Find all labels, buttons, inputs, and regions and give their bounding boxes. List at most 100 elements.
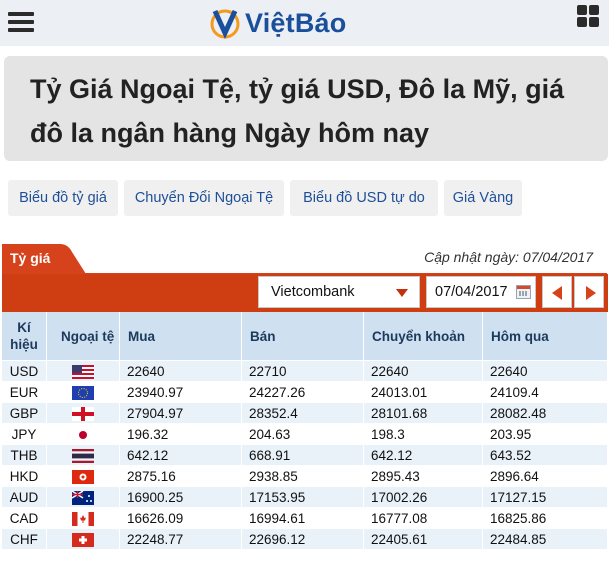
row-code: HKD (2, 465, 47, 487)
row-buy: 16626.09 (119, 507, 242, 529)
apps-grid-icon[interactable] (577, 5, 599, 27)
table-row: THB 642.12 668.91 642.12 643.52 (2, 444, 608, 466)
row-code: EUR (2, 381, 47, 403)
row-sell: 24227.26 (241, 381, 364, 403)
col-buy-header: Mua (119, 312, 242, 361)
eu-flag-icon (72, 385, 94, 400)
table-row: EUR 23940.97 24227.26 24013.01 24109.4 (2, 381, 608, 403)
rate-tab-label[interactable]: Tỷ giá (10, 250, 50, 266)
row-buy: 642.12 (119, 444, 242, 466)
col-sell-header: Bán (241, 312, 364, 361)
link-rate-chart[interactable]: Biểu đồ tỷ giá (8, 180, 118, 216)
row-yesterday: 2896.64 (482, 465, 608, 487)
row-code: JPY (2, 423, 47, 445)
logo-mark-icon (210, 9, 240, 39)
row-sell: 16994.61 (241, 507, 364, 529)
link-usd-free-chart[interactable]: Biểu đồ USD tự do (290, 180, 438, 216)
row-flag (46, 360, 120, 382)
row-yesterday: 17127.15 (482, 486, 608, 508)
table-row: USD 22640 22710 22640 22640 (2, 360, 608, 382)
next-date-button[interactable] (574, 276, 604, 308)
table-row: GBP 27904.97 28352.4 28101.68 28082.48 (2, 402, 608, 424)
row-sell: 204.63 (241, 423, 364, 445)
row-transfer: 28101.68 (363, 402, 483, 424)
row-transfer: 22640 (363, 360, 483, 382)
row-buy: 22640 (119, 360, 242, 382)
row-yesterday: 643.52 (482, 444, 608, 466)
row-flag (46, 423, 120, 445)
row-sell: 668.91 (241, 444, 364, 466)
row-yesterday: 16825.86 (482, 507, 608, 529)
row-yesterday: 24109.4 (482, 381, 608, 403)
row-flag (46, 381, 120, 403)
row-buy: 196.32 (119, 423, 242, 445)
row-flag (46, 486, 120, 508)
row-sell: 22710 (241, 360, 364, 382)
prev-arrow-icon (552, 286, 562, 300)
row-sell: 2938.85 (241, 465, 364, 487)
england-flag-icon (72, 406, 94, 421)
row-transfer: 22405.61 (363, 528, 483, 549)
row-buy: 16900.25 (119, 486, 242, 508)
exchange-rate-table: Kí hiệu Ngoại tệ Mua Bán Chuyển khoản Hô… (2, 312, 608, 549)
table-header-row: Kí hiệu Ngoại tệ Mua Bán Chuyển khoản Hô… (2, 312, 608, 361)
switzerland-flag-icon (72, 532, 94, 547)
menu-icon[interactable] (8, 10, 36, 34)
row-buy: 27904.97 (119, 402, 242, 424)
rate-tab-header: Tỷ giá Cập nhật ngày: 07/04/2017 (2, 240, 607, 274)
row-code: CAD (2, 507, 47, 529)
calendar-icon[interactable] (516, 285, 531, 299)
col-yesterday-header: Hôm qua (482, 312, 608, 361)
prev-date-button[interactable] (542, 276, 572, 308)
row-transfer: 642.12 (363, 444, 483, 466)
hongkong-flag-icon (72, 469, 94, 484)
link-currency-converter[interactable]: Chuyển Đổi Ngoại Tệ (124, 180, 284, 216)
filter-bar: Vietcombank 07/04/2017 (2, 274, 608, 312)
row-yesterday: 22640 (482, 360, 608, 382)
table-row: CAD 16626.09 16994.61 16777.08 16825.86 (2, 507, 608, 529)
row-yesterday: 203.95 (482, 423, 608, 445)
bank-select[interactable]: Vietcombank (258, 276, 420, 308)
next-arrow-icon (586, 286, 596, 300)
row-buy: 2875.16 (119, 465, 242, 487)
row-flag (46, 465, 120, 487)
canada-flag-icon (72, 511, 94, 526)
row-code: THB (2, 444, 47, 466)
row-sell: 17153.95 (241, 486, 364, 508)
row-transfer: 24013.01 (363, 381, 483, 403)
row-code: AUD (2, 486, 47, 508)
row-transfer: 16777.08 (363, 507, 483, 529)
row-buy: 22248.77 (119, 528, 242, 549)
us-flag-icon (72, 364, 94, 379)
row-transfer: 17002.26 (363, 486, 483, 508)
page-title: Tỷ Giá Ngoại Tệ, tỷ giá USD, Đô la Mỹ, g… (30, 74, 565, 148)
table-row: JPY 196.32 204.63 198.3 203.95 (2, 423, 608, 445)
row-code: CHF (2, 528, 47, 549)
link-gold-price[interactable]: Giá Vàng (444, 180, 522, 216)
row-code: USD (2, 360, 47, 382)
top-bar: ViệtBáo (0, 0, 609, 46)
row-yesterday: 28082.48 (482, 402, 608, 424)
table-row: HKD 2875.16 2938.85 2895.43 2896.64 (2, 465, 608, 487)
bank-select-value: Vietcombank (271, 284, 355, 300)
australia-flag-icon (72, 490, 94, 505)
row-buy: 23940.97 (119, 381, 242, 403)
row-sell: 28352.4 (241, 402, 364, 424)
row-flag (46, 402, 120, 424)
row-sell: 22696.12 (241, 528, 364, 549)
row-yesterday: 22484.85 (482, 528, 608, 549)
col-currency-header: Ngoại tệ (46, 312, 120, 361)
col-transfer-header: Chuyển khoản (363, 312, 483, 361)
row-transfer: 198.3 (363, 423, 483, 445)
thailand-flag-icon (72, 448, 94, 463)
row-flag (46, 444, 120, 466)
updated-date: Cập nhật ngày: 07/04/2017 (424, 249, 593, 265)
table-row: CHF 22248.77 22696.12 22405.61 22484.85 (2, 528, 608, 549)
chevron-down-icon (396, 289, 408, 297)
row-flag (46, 528, 120, 549)
title-box: Tỷ Giá Ngoại Tệ, tỷ giá USD, Đô la Mỹ, g… (4, 56, 608, 161)
row-flag (46, 507, 120, 529)
date-input[interactable]: 07/04/2017 (426, 276, 536, 308)
site-logo[interactable]: ViệtBáo (208, 6, 346, 40)
row-code: GBP (2, 402, 47, 424)
